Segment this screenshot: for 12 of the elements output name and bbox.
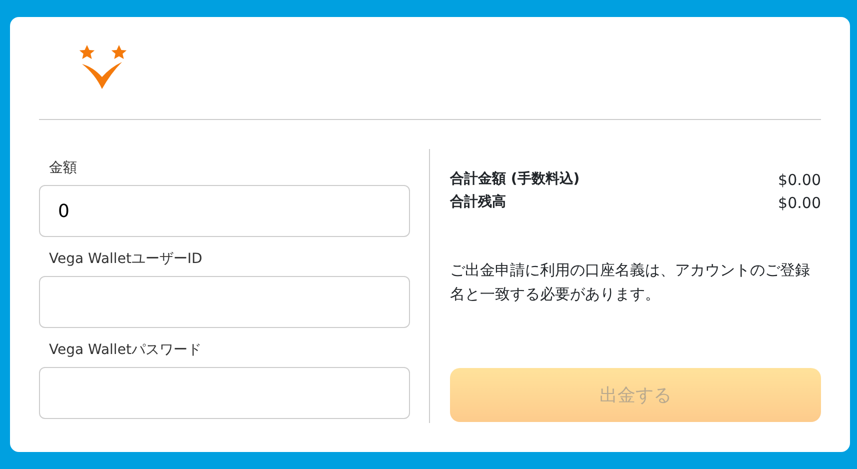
field-label: 金額 (48, 159, 78, 178)
input-field[interactable] (39, 367, 410, 419)
input-field[interactable]: 0 (39, 185, 410, 237)
summary-value: $0.00 (778, 192, 821, 214)
summary-label: 合計金額 (手数料込) (450, 170, 580, 189)
summary-value: $0.00 (778, 170, 821, 191)
logo-icon (79, 45, 129, 91)
field-label: Vega Walletパスワード (48, 341, 202, 360)
input-field[interactable] (39, 276, 410, 328)
field-label: Vega WalletユーザーID (48, 250, 204, 269)
summary-label: 合計残高 (450, 192, 506, 212)
notice-text: ご出金申請に利用の口座名義は、アカウントのご登録名と一致する必要があります。 (450, 260, 811, 305)
